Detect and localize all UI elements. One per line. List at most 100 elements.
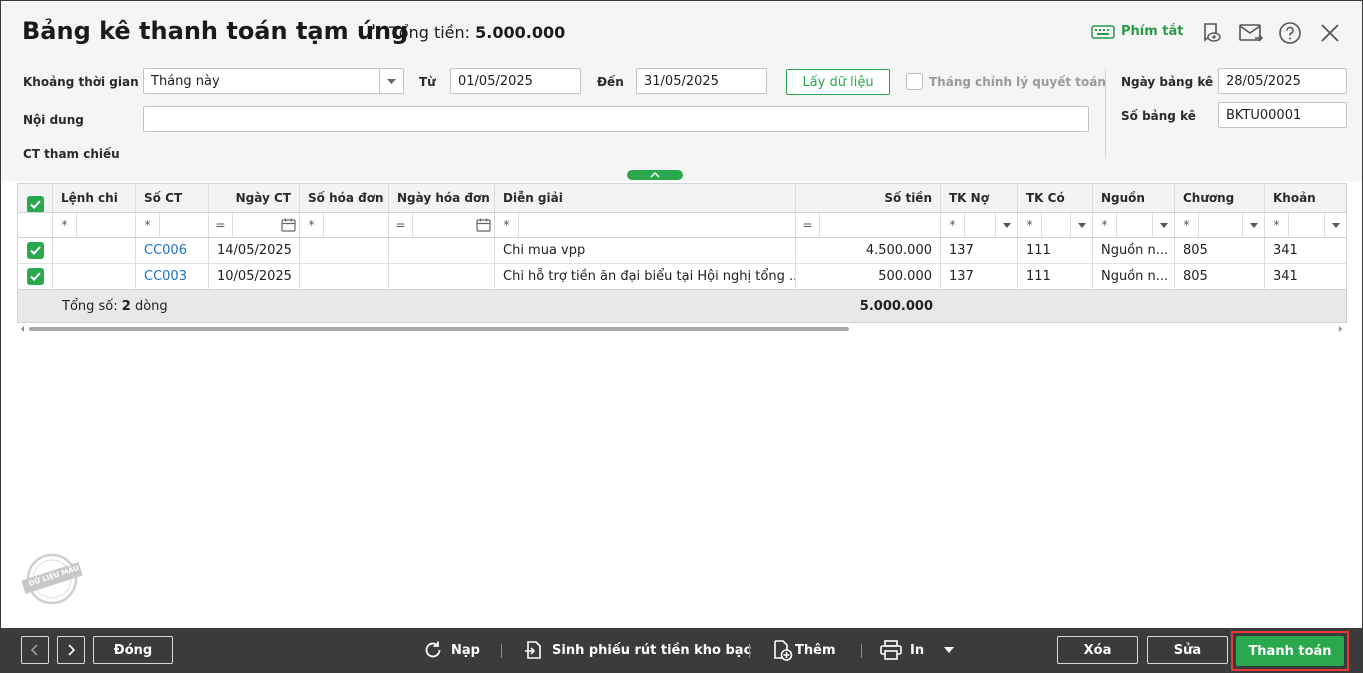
chevron-down-icon[interactable] (1152, 213, 1174, 237)
content-label: Nội dung (23, 113, 84, 127)
mail-icon[interactable] (1239, 21, 1263, 45)
get-data-button[interactable]: Lấy dữ liệu (786, 69, 890, 95)
list-date-input[interactable]: 28/05/2025 (1218, 68, 1347, 94)
print-button[interactable]: In (880, 636, 955, 664)
adjust-month-checkbox[interactable]: Tháng chỉnh lý quyết toán (906, 73, 1106, 90)
col-lenh-chi[interactable]: Lệnh chi (53, 184, 136, 212)
next-button[interactable] (57, 636, 85, 664)
to-date-input[interactable]: 31/05/2025 (636, 68, 767, 94)
filter-op[interactable]: = (209, 213, 233, 237)
col-so-hoa-don[interactable]: Số hóa đơn (300, 184, 389, 212)
page-title: Bảng kê thanh toán tạm ứng (22, 17, 409, 45)
cell-chuong: 805 (1175, 238, 1265, 263)
row-checkbox[interactable] (18, 238, 53, 263)
check-icon[interactable] (26, 268, 44, 285)
check-icon[interactable] (26, 195, 44, 212)
close-icon[interactable] (1318, 21, 1342, 45)
filter-op[interactable]: * (941, 213, 965, 237)
select-all-cell[interactable] (18, 184, 53, 212)
reload-button[interactable]: Nạp (423, 636, 480, 664)
filter-ngay-hoa-don[interactable]: = (389, 213, 495, 237)
col-khoan[interactable]: Khoản (1265, 184, 1346, 212)
collapse-toggle[interactable] (627, 170, 683, 180)
check-icon[interactable] (26, 242, 44, 259)
col-chuong[interactable]: Chương (1175, 184, 1265, 212)
list-no-input[interactable]: BKTU00001 (1218, 102, 1347, 128)
horizontal-scrollbar[interactable] (17, 323, 1347, 333)
grid-header: Lệnh chi Số CT Ngày CT Số hóa đơn Ngày h… (18, 184, 1346, 213)
filter-nguon[interactable]: * (1093, 213, 1175, 237)
filter-op[interactable]: * (53, 213, 77, 237)
cell-nguon: Nguồn n... (1093, 264, 1175, 289)
calendar-icon[interactable] (472, 218, 494, 232)
filter-tk-co[interactable]: * (1018, 213, 1093, 237)
filter-op[interactable]: * (300, 213, 324, 237)
period-value: Tháng này (151, 73, 220, 89)
from-date-input[interactable]: 01/05/2025 (450, 68, 581, 94)
refresh-icon (425, 641, 441, 658)
shortcut-button[interactable]: Phím tắt (1091, 24, 1184, 39)
chevron-down-icon[interactable] (1070, 213, 1092, 237)
filter-op[interactable]: * (495, 213, 519, 237)
period-select[interactable]: Tháng này (143, 68, 404, 94)
generate-label: Sinh phiếu rút tiền kho bạc (552, 642, 752, 658)
filter-op[interactable]: * (1018, 213, 1042, 237)
help-icon[interactable] (1278, 21, 1302, 45)
filter-ngay-ct[interactable]: = (209, 213, 300, 237)
filter-op[interactable]: * (1265, 213, 1289, 237)
bookmark-eye-icon[interactable] (1199, 21, 1223, 45)
bottom-toolbar: Đóng Nạp Sinh phiếu rút tiền kho bạc Thê… (1, 628, 1362, 672)
filter-dien-giai[interactable]: * (495, 213, 796, 237)
filter-so-hoa-don[interactable]: * (300, 213, 389, 237)
chevron-down-icon[interactable] (995, 213, 1017, 237)
add-button[interactable]: Thêm (771, 636, 836, 664)
col-so-tien[interactable]: Số tiền (796, 184, 941, 212)
filter-op[interactable]: * (1093, 213, 1117, 237)
col-ngay-hoa-don[interactable]: Ngày hóa đơn (389, 184, 495, 212)
filter-lenh-chi[interactable]: * (53, 213, 136, 237)
caret-down-icon[interactable] (944, 647, 955, 653)
filter-op[interactable]: * (136, 213, 160, 237)
previous-button[interactable] (21, 636, 49, 664)
voucher-link[interactable]: CC006 (136, 238, 209, 263)
cell-lenh-chi (53, 264, 136, 289)
edit-button[interactable]: Sửa (1147, 636, 1228, 664)
voucher-link[interactable]: CC003 (136, 264, 209, 289)
close-form-button[interactable]: Đóng (93, 636, 173, 664)
filter-tk-no[interactable]: * (941, 213, 1018, 237)
row-checkbox[interactable] (18, 264, 53, 289)
filter-op[interactable]: = (796, 213, 820, 237)
content-input[interactable] (143, 106, 1089, 132)
col-so-ct[interactable]: Số CT (136, 184, 209, 212)
table-row[interactable]: CC003 10/05/2025 Chi hỗ trợ tiền ăn đại … (18, 264, 1346, 290)
printer-icon (880, 640, 902, 660)
col-dien-giai[interactable]: Diễn giải (495, 184, 796, 212)
pay-button[interactable]: Thanh toán (1236, 636, 1344, 666)
chevron-down-icon[interactable] (1324, 213, 1346, 237)
cell-lenh-chi (53, 238, 136, 263)
filter-chuong[interactable]: * (1175, 213, 1265, 237)
col-tk-co[interactable]: TK Có (1018, 184, 1093, 212)
filter-so-ct[interactable]: * (136, 213, 209, 237)
calendar-icon[interactable] (277, 218, 299, 232)
divider (861, 644, 862, 658)
divider (1105, 69, 1106, 157)
cell-chuong: 805 (1175, 264, 1265, 289)
filter-op[interactable]: * (1175, 213, 1199, 237)
generate-withdrawal-button[interactable]: Sinh phiếu rút tiền kho bạc (524, 636, 751, 664)
period-label: Khoảng thời gian (23, 75, 139, 89)
checkbox-box[interactable] (906, 73, 923, 90)
sample-data-stamp: DỮ LIỆU MẪU (20, 552, 84, 606)
col-ngay-ct[interactable]: Ngày CT (209, 184, 300, 212)
filter-so-tien[interactable]: = (796, 213, 941, 237)
chevron-down-icon[interactable] (379, 69, 403, 93)
chevron-down-icon[interactable] (1242, 213, 1264, 237)
col-tk-no[interactable]: TK Nợ (941, 184, 1018, 212)
cell-dien-giai: Chi hỗ trợ tiền ăn đại biểu tại Hội nghị… (495, 264, 796, 289)
table-row[interactable]: CC006 14/05/2025 Chi mua vpp 4.500.000 1… (18, 238, 1346, 264)
row-count-unit: dòng (134, 299, 168, 314)
filter-khoan[interactable]: * (1265, 213, 1346, 237)
delete-button[interactable]: Xóa (1057, 636, 1138, 664)
filter-op[interactable]: = (389, 213, 413, 237)
col-nguon[interactable]: Nguồn (1093, 184, 1175, 212)
